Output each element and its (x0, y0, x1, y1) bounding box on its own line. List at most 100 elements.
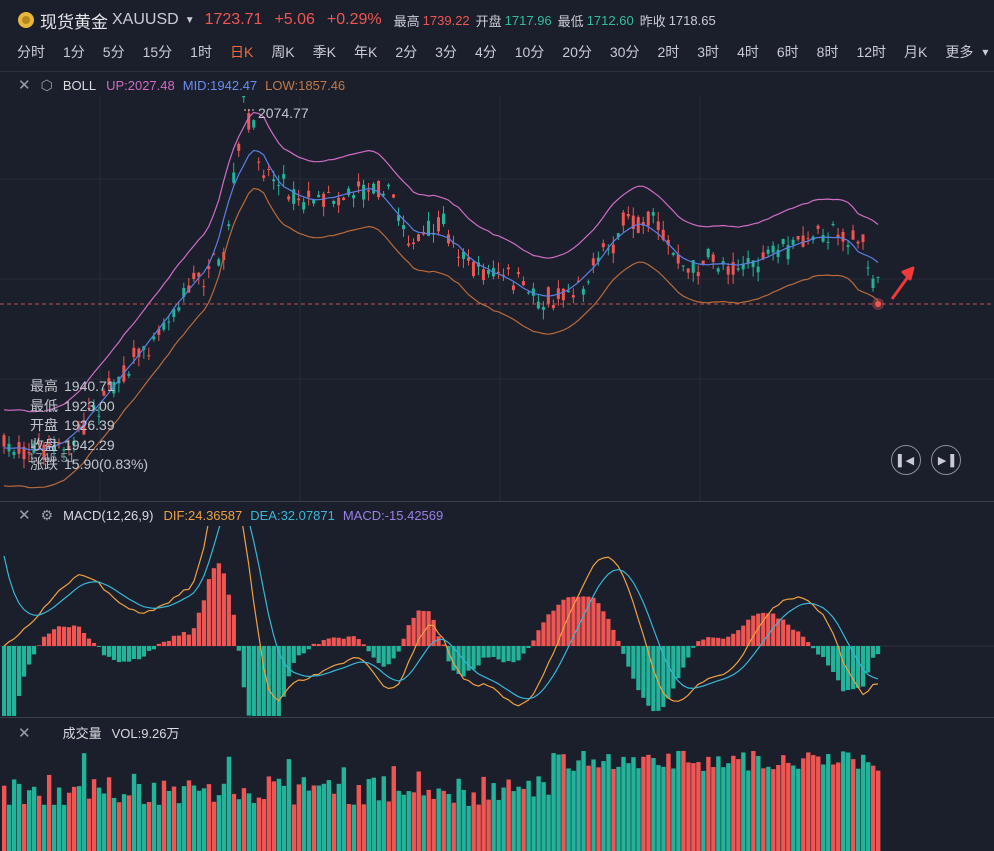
boll-legend: ✕ ⬡ BOLL UP:2027.48 MID:1942.47 LOW:1857… (18, 76, 345, 95)
last-price-dot (875, 301, 881, 307)
volume-bar (36, 795, 42, 851)
tab-period[interactable]: 6时 (768, 42, 808, 62)
macd-bar (181, 632, 186, 646)
tab-period[interactable]: 4时 (728, 42, 768, 62)
macd-bar (691, 646, 696, 648)
candle-body (232, 172, 236, 183)
tab-period[interactable]: 8时 (808, 42, 848, 62)
volume-bar (641, 756, 646, 851)
volume-bar (61, 804, 67, 851)
volume-bar (726, 763, 731, 851)
macd-bar (166, 640, 172, 646)
macd-bar (341, 638, 346, 646)
macd-bar (596, 603, 601, 646)
volume-bar (476, 804, 481, 851)
tab-period[interactable]: 1分 (54, 42, 94, 62)
volume-bar (636, 768, 641, 851)
ohlc-open: 1926.39 (64, 417, 115, 433)
tab-period[interactable]: 4分 (466, 42, 506, 62)
volume-bar (306, 790, 312, 851)
close-icon[interactable]: ✕ (18, 506, 31, 524)
ohlc-change: 15.90(0.83%) (64, 456, 149, 472)
tab-period[interactable]: 10分 (506, 42, 554, 62)
macd-bar (176, 635, 181, 646)
volume-bar (561, 754, 566, 851)
tab-period[interactable]: 15分 (134, 42, 182, 62)
symbol-code[interactable]: XAUUSD (112, 11, 179, 29)
candle-body (312, 200, 316, 204)
dif-line (3, 526, 879, 707)
candle-body (412, 242, 416, 244)
pane-divider[interactable] (0, 501, 994, 502)
macd-bar (531, 640, 536, 646)
high-label: 最高 (393, 13, 420, 29)
peak-price-label: 2074.77 (258, 105, 309, 121)
volume-bar (276, 778, 282, 851)
macd-bar (651, 646, 656, 712)
candle-body (337, 197, 341, 206)
candle-body (471, 261, 475, 277)
volume-chart[interactable] (0, 743, 994, 851)
volume-bar (656, 765, 661, 851)
gear-icon[interactable]: ⚙ (41, 507, 54, 524)
macd-chart[interactable] (0, 526, 994, 716)
tab-period[interactable]: 日K (221, 42, 262, 62)
candle-body (526, 292, 530, 294)
volume-bar (246, 793, 252, 851)
volume-bar (406, 791, 411, 851)
macd-bar (426, 611, 431, 646)
tab-period[interactable]: 年K (345, 42, 386, 62)
volume-bar (626, 763, 631, 851)
volume-bar (11, 779, 17, 851)
tab-period[interactable]: 20分 (553, 42, 601, 62)
tab-period[interactable]: 3时 (688, 42, 728, 62)
macd-bar (196, 612, 201, 646)
tab-more[interactable]: 更多 (936, 42, 982, 62)
tab-period[interactable]: 2分 (386, 42, 426, 62)
tab-period[interactable]: 30分 (601, 42, 649, 62)
tab-period[interactable]: 分时 (8, 42, 54, 62)
tab-period[interactable]: 2时 (648, 42, 688, 62)
chevron-down-icon[interactable]: ▼ (185, 15, 195, 26)
macd-bar (496, 646, 501, 660)
volume-bar (591, 759, 596, 851)
volume-bar (121, 794, 127, 851)
volume-bar (416, 771, 421, 851)
tab-period[interactable]: 5分 (94, 42, 134, 62)
candle-body (407, 243, 411, 246)
price-chart[interactable] (0, 96, 994, 501)
tab-period[interactable]: 12时 (847, 42, 895, 62)
skip-forward-icon[interactable]: ▶▐ (931, 445, 961, 475)
candle-body (287, 196, 291, 200)
macd-bar (331, 637, 336, 646)
tab-period[interactable]: 月K (895, 42, 936, 62)
close-icon[interactable]: ✕ (18, 724, 31, 742)
symbol-name[interactable]: 现货黄金 (40, 8, 108, 33)
candle-body (561, 288, 565, 301)
price-change-pct: +0.29% (326, 11, 382, 28)
macd-bar (871, 646, 876, 658)
tab-period[interactable]: 1时 (181, 42, 221, 62)
macd-bar (741, 625, 746, 646)
pane-divider[interactable] (0, 717, 994, 718)
macd-bar (361, 644, 366, 646)
macd-bar (36, 645, 42, 646)
tab-period[interactable]: 3分 (426, 42, 466, 62)
tab-period[interactable]: 周K (262, 42, 303, 62)
macd-bar (6, 646, 12, 716)
macd-bar (701, 639, 706, 646)
candle-body (367, 190, 371, 192)
volume-bar (836, 762, 841, 851)
close-icon[interactable]: ✕ (18, 76, 31, 94)
price-change: +5.06 (274, 11, 315, 28)
candle-body (686, 268, 690, 273)
skip-back-icon[interactable]: ▌◀ (891, 445, 921, 475)
macd-bar (301, 646, 306, 654)
tab-period[interactable]: 季K (304, 42, 345, 62)
chevron-down-icon[interactable]: ▾ (982, 45, 988, 59)
macd-bar (61, 626, 67, 646)
settings-icon[interactable]: ⬡ (41, 77, 53, 94)
volume-bar (841, 751, 846, 851)
macd-bar (321, 640, 326, 646)
candle-body (826, 241, 830, 243)
